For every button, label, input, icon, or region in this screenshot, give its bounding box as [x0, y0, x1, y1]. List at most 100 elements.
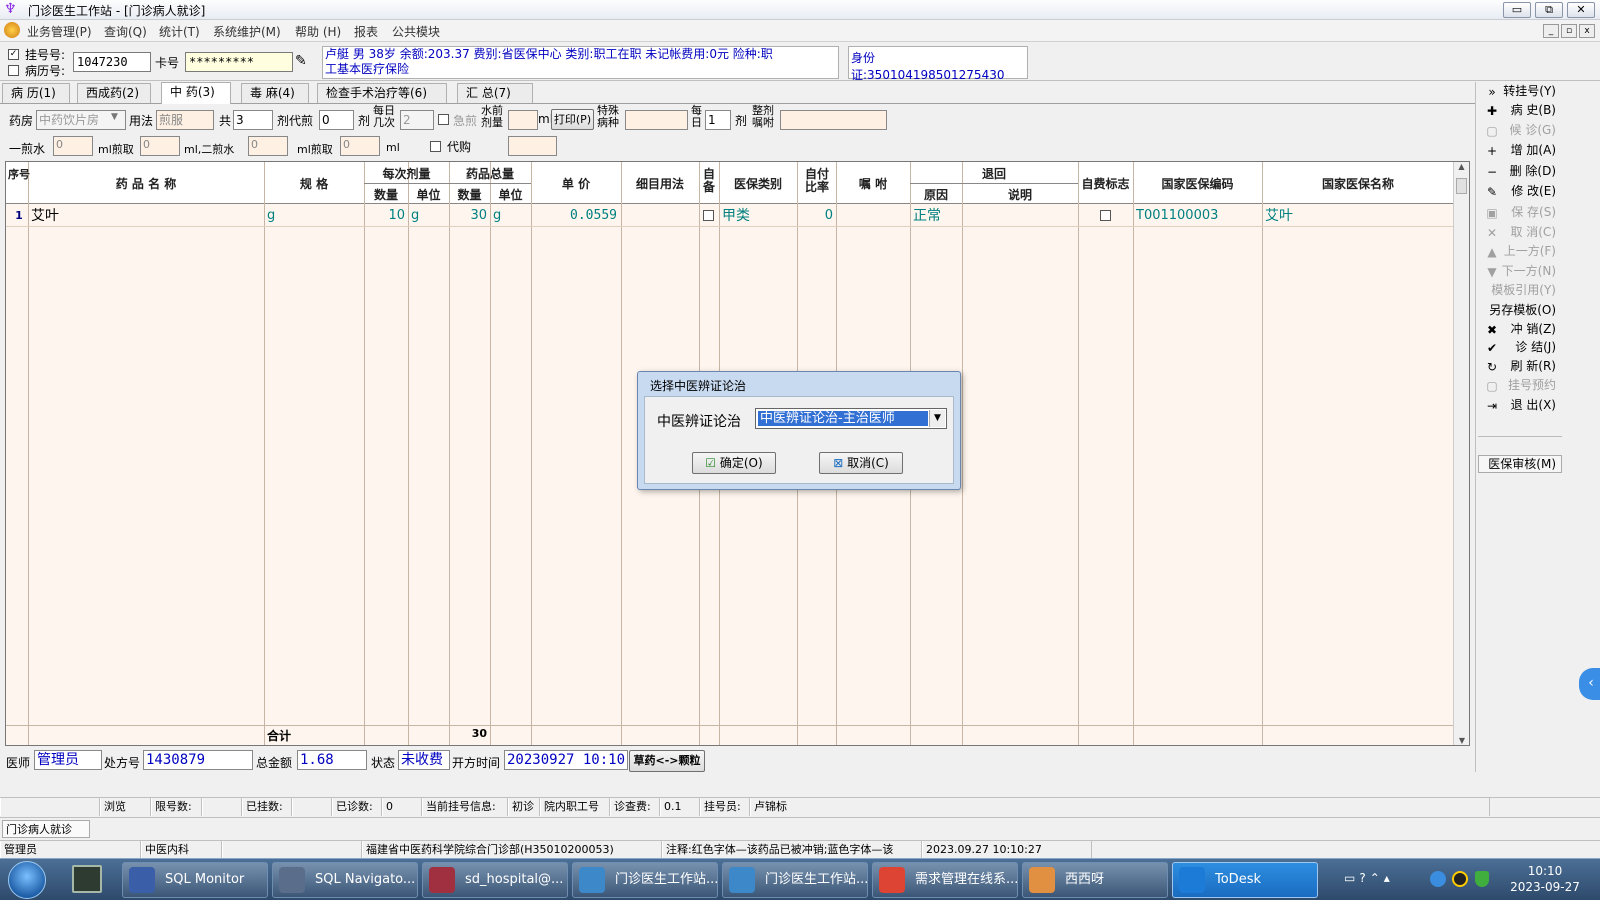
menu-query[interactable]: 查询(Q)	[104, 23, 147, 40]
mdi-restore-button[interactable]: ▫	[1561, 24, 1577, 38]
scroll-up-icon[interactable]: ▲	[1454, 162, 1469, 171]
action-button-14[interactable]: ↻ 刷 新(R)	[1478, 357, 1562, 375]
tab-summary[interactable]: 汇 总(7)	[457, 83, 533, 103]
record-checkbox[interactable]	[8, 65, 19, 76]
action-button-8[interactable]: ▲ 上一方(F)	[1478, 242, 1562, 260]
proxy-buy-checkbox[interactable]	[430, 141, 441, 152]
cancel-button[interactable]: ⊠ 取消(C)	[819, 452, 903, 474]
restore-button[interactable]: ⧉	[1535, 2, 1563, 18]
total-doses-stepper[interactable]: 3	[233, 110, 273, 130]
menu-system[interactable]: 系统维护(M)	[213, 23, 281, 40]
row-1-qty[interactable]: 10	[364, 206, 405, 226]
action-button-5[interactable]: ✎ 修 改(E)	[1478, 182, 1562, 200]
second-take-input[interactable]: 0	[340, 136, 380, 156]
action-button-4[interactable]: − 删 除(D)	[1478, 162, 1562, 180]
usage-input[interactable]: 煎服	[156, 110, 214, 130]
urgent-checkbox[interactable]	[438, 114, 449, 125]
action-button-10[interactable]: 模板引用(Y)	[1478, 281, 1562, 299]
decoct-stepper[interactable]: 0	[319, 110, 354, 130]
reg-no-input[interactable]: 1047230	[73, 52, 151, 72]
chevron-down-icon[interactable]: ▼	[929, 410, 945, 427]
taskbar-item-7[interactable]: ToDesk	[1172, 862, 1318, 898]
clock[interactable]: 10:10 2023-09-27	[1510, 863, 1580, 895]
syndrome-select[interactable]: 中医辨证论治-主治医师 ▼	[755, 408, 947, 429]
taskbar-item-3[interactable]: 门诊医生工作站...	[572, 862, 718, 898]
taskbar-item-4[interactable]: 门诊医生工作站...	[722, 862, 868, 898]
print-button[interactable]: 打印(P)	[551, 109, 594, 130]
row-1-self-checkbox[interactable]	[703, 210, 714, 221]
tab-medical-record[interactable]: 病 历(1)	[2, 83, 70, 103]
action-button-7[interactable]: ✕ 取 消(C)	[1478, 223, 1562, 241]
tab-narcotics[interactable]: 毒 麻(4)	[241, 83, 309, 103]
ok-button[interactable]: ☑ 确定(O)	[692, 452, 776, 474]
rx-no-value: 1430879	[143, 750, 253, 770]
mdi-close-button[interactable]: x	[1579, 24, 1595, 38]
tray-icons[interactable]: ▭?⌃▴	[1344, 871, 1394, 885]
menu-public[interactable]: 公共模块	[392, 23, 440, 40]
action-button-17[interactable]: 医保审核(M)	[1478, 455, 1562, 473]
daily-unit-label: 剂	[735, 114, 748, 128]
patient-summary-line2: 工基本医疗保险	[325, 62, 410, 76]
water-dose-input[interactable]	[508, 110, 538, 130]
terminal-icon[interactable]	[72, 865, 102, 893]
menu-stats[interactable]: 统计(T)	[159, 23, 200, 40]
rx-no-label: 处方号	[104, 756, 141, 770]
action-button-16[interactable]: ⇥ 退 出(X)	[1478, 396, 1562, 414]
taskbar-item-0[interactable]: SQL Monitor	[122, 862, 268, 898]
tab-chinese-medicine[interactable]: 中 药(3)	[161, 82, 231, 104]
taskbar-item-6[interactable]: 西西呀	[1022, 862, 1168, 898]
reg-checkbox[interactable]: ✓	[8, 49, 19, 60]
switch-herb-granule-button[interactable]: 草药<->颗粒	[629, 750, 705, 772]
action-button-2[interactable]: ▢ 候 诊(G)	[1478, 121, 1562, 139]
close-button[interactable]: ✕	[1567, 2, 1595, 18]
grid-scrollbar[interactable]: ▲ ▼	[1453, 162, 1469, 745]
row-1-self-flag-checkbox[interactable]	[1100, 210, 1111, 221]
menu-report[interactable]: 报表	[354, 23, 378, 40]
taskbar-item-2[interactable]: sd_hospital@...	[422, 862, 568, 898]
tab-exams[interactable]: 检查手术治疗等(6)	[317, 83, 447, 103]
security-shield-icon[interactable]	[1475, 871, 1489, 887]
first-water-input[interactable]: 0	[53, 136, 93, 156]
action-button-6[interactable]: ▣ 保 存(S)	[1478, 203, 1562, 221]
action-button-3[interactable]: + 增 加(A)	[1478, 141, 1562, 159]
cancel-label: 取消(C)	[847, 456, 889, 470]
action-button-12[interactable]: ✖ 冲 销(Z)	[1478, 320, 1562, 338]
header-self-pay: 自付比率	[804, 167, 829, 194]
tab-western-medicine[interactable]: 西成药(2)	[77, 83, 151, 103]
action-label-1: 病 史(B)	[1510, 103, 1556, 117]
mdi-minimize-button[interactable]: _	[1543, 24, 1559, 38]
tab-bar: 病 历(1) 西成药(2) 中 药(3) 毒 麻(4) 检查手术治疗等(6) 汇…	[0, 82, 1510, 104]
qq-icon[interactable]	[1452, 871, 1468, 887]
form-tab-current[interactable]: 门诊病人就诊	[2, 820, 90, 838]
network-icon[interactable]	[1430, 871, 1446, 887]
action-button-0[interactable]: » 转挂号(Y)	[1478, 82, 1562, 100]
action-button-11[interactable]: 另存模板(O)	[1478, 301, 1562, 319]
action-button-9[interactable]: ▼ 下一方(N)	[1478, 262, 1562, 280]
times-per-day-select[interactable]: 2	[400, 110, 434, 130]
second-water-input[interactable]: 0	[248, 136, 288, 156]
first-take-input[interactable]: 0	[140, 136, 180, 156]
taskbar-item-5[interactable]: 需求管理在线系...	[872, 862, 1018, 898]
scroll-thumb[interactable]	[1456, 178, 1467, 194]
taskbar-item-1[interactable]: SQL Navigato...	[272, 862, 418, 898]
pharmacy-dropdown-icon[interactable]: ▼	[111, 112, 118, 122]
instruction-input[interactable]	[780, 110, 887, 130]
daily-dose-stepper[interactable]: 1	[705, 110, 731, 130]
card-reader-icon[interactable]: ✎	[295, 53, 315, 71]
collapse-icon[interactable]: ‹	[1579, 668, 1600, 700]
app-menu-icon[interactable]	[4, 22, 20, 38]
minimize-button[interactable]: ▭	[1503, 2, 1531, 18]
header-note: 嘱 咐	[858, 177, 888, 191]
start-button[interactable]	[8, 861, 46, 899]
menu-help[interactable]: 帮助 (H)	[295, 23, 341, 40]
row-1-drug-name[interactable]: 艾叶	[31, 206, 59, 226]
menu-business[interactable]: 业务管理(P)	[27, 23, 92, 40]
special-disease-label: 特殊 病种	[597, 105, 619, 129]
action-button-1[interactable]: ✚ 病 史(B)	[1478, 101, 1562, 119]
card-no-input[interactable]: *********	[185, 52, 293, 72]
action-button-15[interactable]: ▢ 挂号预约	[1478, 376, 1562, 394]
scroll-down-icon[interactable]: ▼	[1454, 736, 1469, 745]
special-disease-select[interactable]	[625, 110, 688, 130]
action-button-13[interactable]: ✔ 诊 结(J)	[1478, 338, 1562, 356]
proxy-buy-input[interactable]	[508, 136, 557, 156]
